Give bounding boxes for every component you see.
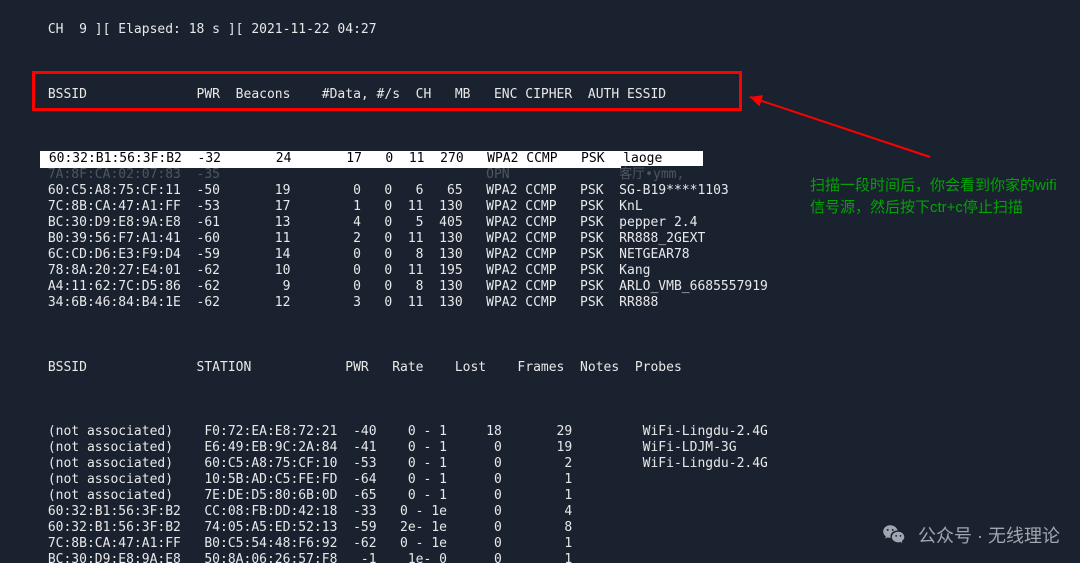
station-row: (not associated) E6:49:EB:9C:2A:84 -41 0… (40, 440, 1070, 456)
annotation-text: 扫描一段时间后，你会看到你家的wifi信号源，然后按下ctr+c停止扫描 (810, 175, 1060, 219)
terminal-output: CH 9 ][ Elapsed: 18 s ][ 2021-11-22 04:2… (0, 0, 1080, 563)
ap-row: 34:6B:46:84:B4:1E -62 12 3 0 11 130 WPA2… (40, 295, 1070, 311)
ap-row: A4:11:62:7C:D5:86 -62 9 0 0 8 130 WPA2 C… (40, 279, 1070, 295)
station-row: BC:30:D9:E8:9A:E8 50:8A:06:26:57:F8 -1 1… (40, 552, 1070, 563)
station-row: (not associated) 60:C5:A8:75:CF:10 -53 0… (40, 456, 1070, 472)
watermark: 公众号 · 无线理论 (880, 521, 1060, 549)
station-row: 60:32:B1:56:3F:B2 CC:08:FB:DD:42:18 -33 … (40, 504, 1070, 520)
ap-row: 6C:CD:D6:E3:F9:D4 -59 14 0 0 8 130 WPA2 … (40, 247, 1070, 263)
ap-row: 78:8A:20:27:E4:01 -62 10 0 0 11 195 WPA2… (40, 263, 1070, 279)
ap-row: B0:39:56:F7:A1:41 -60 11 2 0 11 130 WPA2… (40, 231, 1070, 247)
ap-row: 60:32:B1:56:3F:B2 -32 24 17 0 11 270 WPA… (40, 151, 1070, 167)
station-row: (not associated) F0:72:EA:E8:72:21 -40 0… (40, 424, 1070, 440)
ap-table-header: BSSID PWR Beacons #Data, #/s CH MB ENC C… (40, 87, 1070, 103)
station-row: (not associated) 7E:DE:D5:80:6B:0D -65 0… (40, 488, 1070, 504)
status-line: CH 9 ][ Elapsed: 18 s ][ 2021-11-22 04:2… (40, 22, 1070, 38)
sta-table-header: BSSID STATION PWR Rate Lost Frames Notes… (40, 360, 1070, 376)
wechat-icon (880, 521, 908, 549)
station-row: (not associated) 10:5B:AD:C5:FE:FD -64 0… (40, 472, 1070, 488)
